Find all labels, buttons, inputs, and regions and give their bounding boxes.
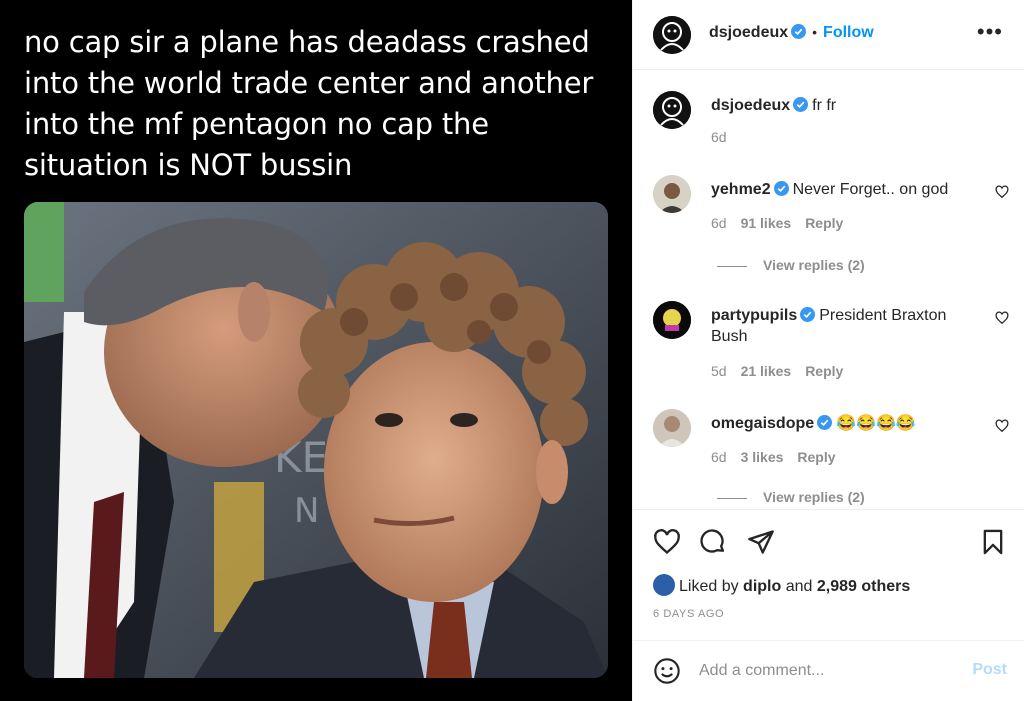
meme-photo: KE N bbox=[24, 202, 608, 678]
post-media[interactable]: no cap sir a plane has deadass crashed i… bbox=[0, 0, 632, 701]
post-header: dsjoedeux • Follow ••• bbox=[633, 0, 1024, 70]
comment-age: 6d bbox=[711, 215, 727, 231]
replies-line bbox=[717, 497, 747, 499]
header-user-line: dsjoedeux • Follow bbox=[709, 24, 874, 42]
emoji-picker-icon[interactable] bbox=[653, 657, 681, 685]
comment-age: 6d bbox=[711, 129, 727, 145]
post-timestamp[interactable]: 6 DAYS AGO bbox=[653, 608, 724, 620]
comment-meta: 6d bbox=[711, 129, 727, 145]
comment-likes[interactable]: 91 likes bbox=[741, 215, 792, 231]
comment-body: Never Forget.. on god bbox=[792, 181, 949, 198]
comment-likes[interactable]: 3 likes bbox=[741, 449, 784, 465]
post-actions: Liked by diplo and 2,989 others 6 DAYS A… bbox=[633, 509, 1024, 649]
comment-meta: 5d 21 likes Reply bbox=[711, 363, 843, 379]
liked-by-prefix: Liked by bbox=[679, 578, 744, 595]
author-avatar[interactable] bbox=[653, 16, 691, 54]
comment-age: 6d bbox=[711, 449, 727, 465]
comment-text: yehme2 Never Forget.. on god bbox=[711, 179, 981, 200]
author-username[interactable]: dsjoedeux bbox=[709, 24, 788, 41]
share-send-icon[interactable] bbox=[747, 528, 775, 556]
post-panel: dsjoedeux • Follow ••• dsjoedeux fr fr 6d y… bbox=[632, 0, 1024, 701]
commenter-avatar[interactable] bbox=[653, 91, 691, 129]
replies-line bbox=[717, 265, 747, 267]
commenter-username[interactable]: dsjoedeux bbox=[711, 97, 790, 114]
view-replies-label: View replies (2) bbox=[763, 489, 865, 505]
reply-button[interactable]: Reply bbox=[797, 449, 835, 465]
likes-summary[interactable]: Liked by diplo and 2,989 others bbox=[653, 574, 910, 596]
verified-badge-icon bbox=[793, 97, 809, 112]
comment-body: fr fr bbox=[812, 97, 837, 114]
comment-text: dsjoedeux fr fr bbox=[711, 95, 981, 116]
commenter-avatar[interactable] bbox=[653, 175, 691, 213]
comment-likes[interactable]: 21 likes bbox=[741, 363, 792, 379]
like-comment-heart-icon[interactable] bbox=[995, 419, 1009, 433]
liked-by-user[interactable]: diplo bbox=[743, 578, 781, 595]
commenter-username[interactable]: omegaisdope bbox=[711, 415, 814, 432]
post-comment-button[interactable]: Post bbox=[972, 661, 1007, 679]
svg-text:N: N bbox=[294, 491, 319, 531]
view-replies-button[interactable]: View replies (2) bbox=[717, 257, 865, 273]
like-comment-heart-icon[interactable] bbox=[995, 311, 1009, 325]
liked-by-mid: and bbox=[781, 578, 817, 595]
commenter-avatar[interactable] bbox=[653, 409, 691, 447]
add-comment-bar: Post bbox=[633, 640, 1024, 701]
like-heart-icon[interactable] bbox=[653, 528, 681, 556]
header-separator: • bbox=[812, 24, 818, 40]
meme-caption-text: no cap sir a plane has deadass crashed i… bbox=[24, 25, 594, 182]
comment-age: 5d bbox=[711, 363, 727, 379]
verified-badge-icon bbox=[773, 181, 789, 196]
comment-meta: 6d 3 likes Reply bbox=[711, 449, 836, 465]
follow-button[interactable]: Follow bbox=[823, 24, 874, 41]
comment-text: partypupils President Braxton Bush bbox=[711, 305, 981, 347]
comment-meta: 6d 91 likes Reply bbox=[711, 215, 843, 231]
verified-badge-icon bbox=[791, 24, 807, 39]
like-comment-heart-icon[interactable] bbox=[995, 185, 1009, 199]
view-replies-label: View replies (2) bbox=[763, 257, 865, 273]
more-options-icon[interactable]: ••• bbox=[977, 21, 1003, 43]
add-comment-input[interactable] bbox=[699, 659, 949, 683]
commenter-username[interactable]: yehme2 bbox=[711, 181, 771, 198]
meme-photo-illustration: KE N bbox=[24, 202, 608, 678]
comment-bubble-icon[interactable] bbox=[699, 528, 727, 556]
commenter-username[interactable]: partypupils bbox=[711, 307, 797, 324]
reply-button[interactable]: Reply bbox=[805, 363, 843, 379]
view-replies-button[interactable]: View replies (2) bbox=[717, 489, 865, 505]
reply-button[interactable]: Reply bbox=[805, 215, 843, 231]
verified-badge-icon bbox=[817, 415, 833, 430]
verified-badge-icon bbox=[800, 307, 816, 322]
commenter-avatar[interactable] bbox=[653, 301, 691, 339]
liker-avatar bbox=[653, 574, 675, 596]
comments-list[interactable]: dsjoedeux fr fr 6d yehme2 Never Forget.. o… bbox=[633, 71, 1024, 509]
comment-text: omegaisdope 😂😂😂😂 bbox=[711, 413, 981, 434]
liked-by-count[interactable]: 2,989 others bbox=[817, 578, 910, 595]
comment-body: 😂😂😂😂 bbox=[836, 415, 916, 432]
save-bookmark-icon[interactable] bbox=[979, 528, 1007, 556]
